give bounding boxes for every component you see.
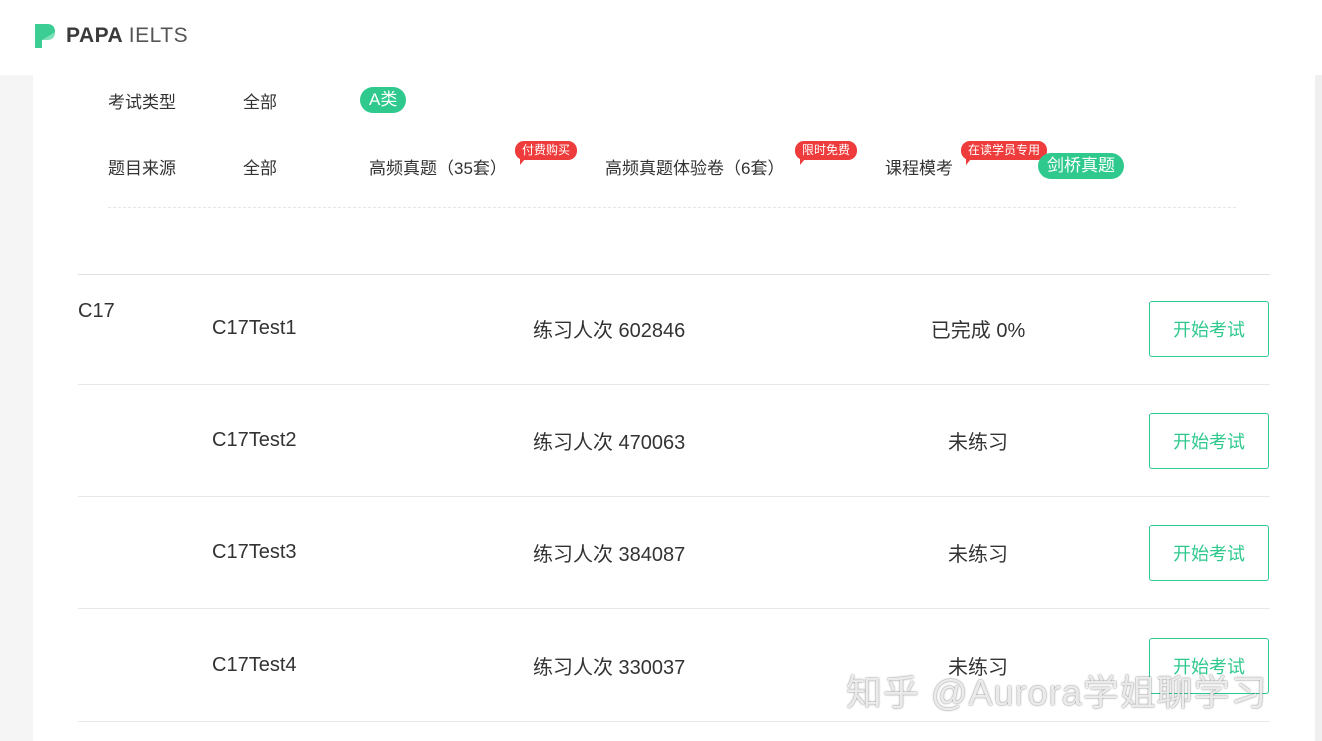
exam-type-label: 考试类型 <box>108 92 176 112</box>
test-row: C17Test1 练习人次 602846 已完成 0% 开始考试 <box>78 273 1270 385</box>
test-name: C17Test2 <box>212 429 297 451</box>
test-row: C17Test2 练习人次 470063 未练习 开始考试 <box>78 385 1270 497</box>
source-option-all[interactable]: 全部 <box>243 154 277 179</box>
watermark: 知乎 @Aurora学姐聊学习 <box>846 672 1268 713</box>
practice-count: 练习人次 470063 <box>533 432 686 454</box>
source-option-high-freq[interactable]: 高频真题（35套） <box>369 154 507 179</box>
free-badge: 限时免费 <box>795 141 858 165</box>
source-option-trial[interactable]: 高频真题体验卷（6套） <box>605 154 784 179</box>
scrollbar-track[interactable] <box>1315 75 1322 741</box>
start-exam-button[interactable]: 开始考试 <box>1149 413 1269 469</box>
progress-status: 未练习 <box>948 544 1008 566</box>
practice-count: 练习人次 330037 <box>533 657 686 679</box>
practice-count: 练习人次 602846 <box>533 320 686 342</box>
students-only-badge: 在读学员专用 <box>961 141 1048 165</box>
test-name: C17Test3 <box>212 541 297 563</box>
test-name: C17Test1 <box>212 317 297 339</box>
logo-icon <box>35 24 55 48</box>
start-exam-button[interactable]: 开始考试 <box>1149 301 1269 357</box>
progress-status: 已完成 0% <box>930 320 1026 342</box>
source-label: 题目来源 <box>108 158 176 178</box>
paid-badge: 付费购买 <box>515 141 578 165</box>
start-exam-button[interactable]: 开始考试 <box>1149 525 1269 581</box>
source-option-course-mock[interactable]: 课程模考 <box>885 154 953 179</box>
test-name: C17Test4 <box>212 654 297 676</box>
source-option-cambridge[interactable]: 剑桥真题 <box>1038 153 1124 179</box>
top-bar: PAPA IELTS <box>0 0 1322 75</box>
progress-status: 未练习 <box>948 432 1008 454</box>
papa-ielts-logo[interactable]: PAPA IELTS <box>33 22 188 50</box>
filter-divider <box>108 207 1236 208</box>
logo-text: PAPA IELTS <box>66 24 188 48</box>
main-panel: 考试类型 全部 A类 题目来源 全部 高频真题（35套） 付费购买 高频真题体验… <box>33 75 1315 741</box>
exam-type-option-a[interactable]: A类 <box>360 87 407 113</box>
test-row: C17Test3 练习人次 384087 未练习 开始考试 <box>78 497 1270 609</box>
logo-text-light: IELTS <box>128 24 189 47</box>
practice-count: 练习人次 384087 <box>533 544 686 566</box>
logo-text-bold: PAPA <box>66 24 123 47</box>
exam-type-option-all[interactable]: 全部 <box>243 88 277 113</box>
